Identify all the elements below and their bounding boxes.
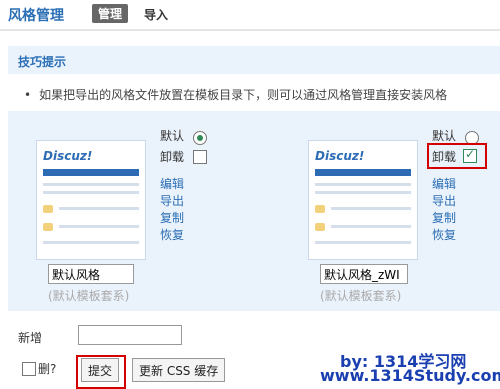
thumb-line — [315, 183, 411, 186]
discuz-logo: Discuz! — [315, 149, 365, 163]
uninstall-checkbox[interactable] — [463, 147, 477, 163]
tip-item: • 如果把导出的风格文件放置在模板目录下，则可以通过风格管理直接安装风格 — [24, 86, 447, 103]
theme-template-set: (默认模板套系) — [48, 289, 130, 303]
header-divider — [0, 29, 500, 31]
tips-title: 技巧提示 — [18, 55, 67, 69]
page-title: 风格管理 — [8, 8, 64, 24]
edit-link[interactable]: 编辑 — [160, 175, 184, 192]
thumb-line — [331, 207, 411, 210]
default-label: 默认 — [432, 129, 457, 143]
thumb-nav-bar — [315, 169, 411, 176]
tip-text: 如果把导出的风格文件放置在模板目录下，则可以通过风格管理直接安装风格 — [39, 88, 448, 102]
thumb-line — [315, 191, 411, 194]
thumb-line — [315, 241, 411, 244]
thumb-line — [43, 183, 139, 186]
thumb-block — [43, 205, 53, 213]
theme-thumbnail-zwi[interactable]: Discuz! — [308, 140, 418, 260]
export-link[interactable]: 导出 — [160, 192, 184, 209]
uninstall-label: 卸载 — [160, 150, 185, 164]
uninstall-checkbox[interactable] — [193, 150, 207, 164]
thumb-line — [43, 241, 139, 244]
thumb-line — [59, 225, 139, 228]
theme-template-set: (默认模板套系) — [320, 289, 402, 303]
copy-link[interactable]: 复制 — [160, 209, 184, 226]
discuz-logo: Discuz! — [43, 149, 93, 163]
thumb-block — [315, 205, 325, 213]
delete-checkbox[interactable] — [22, 362, 36, 376]
watermark-url: www.1314Study.com — [320, 366, 500, 385]
submit-button[interactable]: 提交 — [81, 358, 120, 382]
export-link[interactable]: 导出 — [432, 192, 456, 209]
bullet-icon: • — [24, 88, 32, 102]
default-radio[interactable] — [193, 131, 207, 145]
thumb-line — [331, 225, 411, 228]
add-label: 新增 — [18, 331, 43, 345]
tab-import[interactable]: 导入 — [144, 6, 168, 23]
thumb-block — [315, 223, 325, 231]
refresh-css-button[interactable]: 更新 CSS 缓存 — [132, 358, 226, 382]
thumb-line — [43, 191, 139, 194]
tab-manage[interactable]: 管理 — [92, 4, 129, 23]
theme-name-input[interactable] — [48, 264, 134, 284]
restore-link[interactable]: 恢复 — [432, 226, 456, 243]
theme-thumbnail-default[interactable]: Discuz! — [36, 140, 146, 260]
uninstall-label: 卸载 — [432, 150, 457, 164]
edit-link[interactable]: 编辑 — [432, 175, 456, 192]
tips-header: 技巧提示 — [8, 46, 500, 74]
thumb-line — [59, 207, 139, 210]
add-theme-input[interactable] — [78, 325, 182, 345]
default-label: 默认 — [160, 129, 185, 143]
copy-link[interactable]: 复制 — [432, 209, 456, 226]
delete-label: 删? — [38, 362, 57, 376]
restore-link[interactable]: 恢复 — [160, 226, 184, 243]
theme-name-input[interactable] — [320, 264, 408, 284]
thumb-nav-bar — [43, 169, 139, 176]
thumb-block — [43, 223, 53, 231]
